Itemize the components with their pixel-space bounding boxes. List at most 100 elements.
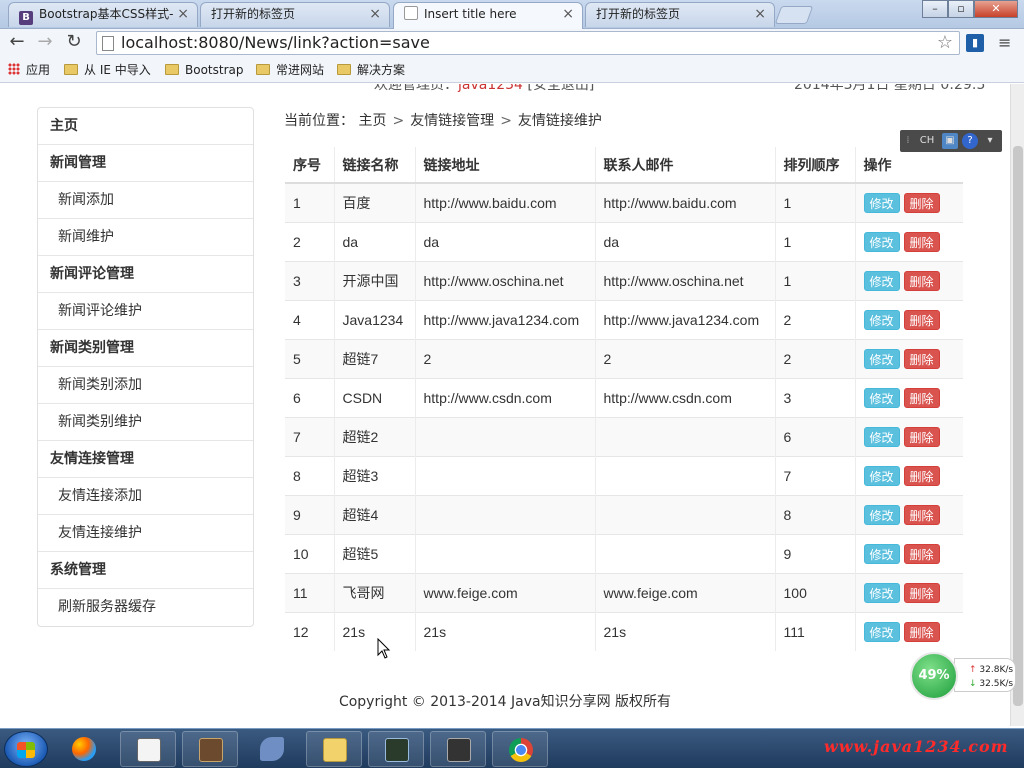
edit-button[interactable]: 修改 xyxy=(863,387,900,408)
close-tab-icon[interactable]: × xyxy=(754,3,766,25)
sidebar-item[interactable]: 新闻评论维护 xyxy=(38,293,253,330)
row-actions: 修改 删除 xyxy=(855,338,963,378)
table-cell xyxy=(415,533,596,573)
ime-help-icon[interactable]: ? xyxy=(962,133,978,149)
tab-title: 打开新的标签页 xyxy=(596,7,681,21)
admin-sidebar: 主页 新闻管理 新闻添加 新闻维护 新闻评论管理 新闻评论维护 新闻类别管理 新闻类别添加 新闻… xyxy=(37,107,254,627)
table-cell: Java1234 xyxy=(334,299,416,339)
sidebar-item[interactable]: 新闻类别添加 xyxy=(38,367,253,404)
menu-icon[interactable]: ≡ xyxy=(998,33,1011,52)
edit-button[interactable]: 修改 xyxy=(863,270,900,291)
breadcrumb-home[interactable]: 主页 xyxy=(358,113,386,129)
edit-button[interactable]: 修改 xyxy=(863,426,900,447)
bookmark-import-ie[interactable]: 从 IE 中导入 xyxy=(64,62,151,78)
edit-button[interactable]: 修改 xyxy=(863,621,900,642)
network-monitor-widget[interactable]: ↑ 32.8K/s ↓ 32.5K/s 49% xyxy=(910,652,1018,700)
taskbar-app-explorer[interactable] xyxy=(306,731,362,767)
edit-button[interactable]: 修改 xyxy=(863,582,900,603)
tab-new-tab-1[interactable]: 打开新的标签页 × xyxy=(200,2,390,27)
sidebar-item[interactable]: 新闻类别管理 xyxy=(38,330,253,367)
folder-icon xyxy=(165,64,179,75)
back-arrow-icon[interactable]: ← xyxy=(6,33,28,53)
table-cell: 2 xyxy=(285,221,335,261)
forward-arrow-icon[interactable]: → xyxy=(34,33,56,53)
edit-button[interactable]: 修改 xyxy=(863,465,900,486)
edit-button[interactable]: 修改 xyxy=(863,192,900,213)
start-button[interactable] xyxy=(4,731,48,767)
sidebar-item[interactable]: 系统管理 xyxy=(38,552,253,589)
ime-options-icon[interactable]: ▾ xyxy=(984,133,996,149)
delete-button[interactable]: 删除 xyxy=(903,504,940,525)
table-cell: 3 xyxy=(285,260,335,300)
close-window-icon[interactable]: ✕ xyxy=(974,0,1018,18)
minimize-icon[interactable]: – xyxy=(922,0,948,18)
upload-speed: 32.8K/s xyxy=(979,665,1014,675)
taskbar-app-terminal[interactable] xyxy=(368,731,424,767)
table-cell: 2 xyxy=(415,338,596,378)
bookmark-star-icon[interactable]: ☆ xyxy=(937,32,953,53)
close-tab-icon[interactable]: × xyxy=(562,3,574,25)
edit-button[interactable]: 修改 xyxy=(863,231,900,252)
url-text[interactable]: localhost:8080/News/link?action=save xyxy=(121,33,430,53)
table-cell xyxy=(415,494,596,534)
tab-bootstrap-css[interactable]: B Bootstrap基本CSS样式- × xyxy=(8,2,198,27)
bookmark-solutions[interactable]: 解决方案 xyxy=(337,62,405,78)
taskbar-app-eclipse[interactable] xyxy=(182,731,238,767)
close-tab-icon[interactable]: × xyxy=(177,3,189,25)
sidebar-item[interactable]: 友情连接维护 xyxy=(38,515,253,552)
tab-new-tab-2[interactable]: 打开新的标签页 × xyxy=(585,2,775,27)
delete-button[interactable]: 删除 xyxy=(903,465,940,486)
scrollbar-thumb[interactable] xyxy=(1013,146,1023,706)
sidebar-item[interactable]: 新闻管理 xyxy=(38,145,253,182)
delete-button[interactable]: 删除 xyxy=(903,387,940,408)
new-tab-button[interactable] xyxy=(774,6,814,24)
page-icon xyxy=(102,36,114,51)
sidebar-item[interactable]: 新闻评论管理 xyxy=(38,256,253,293)
delete-button[interactable]: 删除 xyxy=(903,543,940,564)
table-cell: 100 xyxy=(775,572,856,612)
sidebar-item[interactable]: 新闻维护 xyxy=(38,219,253,256)
delete-button[interactable]: 删除 xyxy=(903,582,940,603)
sidebar-item[interactable]: 友情连接添加 xyxy=(38,478,253,515)
table-cell: 1 xyxy=(775,260,856,300)
sidebar-item[interactable]: 友情连接管理 xyxy=(38,441,253,478)
maximize-icon[interactable]: ▫ xyxy=(948,0,974,18)
bookmark-bootstrap[interactable]: Bootstrap xyxy=(165,62,243,78)
delete-button[interactable]: 删除 xyxy=(903,426,940,447)
bookmark-common-sites[interactable]: 常进网站 xyxy=(256,62,324,78)
delete-button[interactable]: 删除 xyxy=(903,270,940,291)
taskbar-app-photos[interactable] xyxy=(56,731,112,767)
table-cell: 21s xyxy=(595,611,776,651)
taskbar-app-chrome[interactable] xyxy=(492,731,548,767)
sidebar-item[interactable]: 新闻添加 xyxy=(38,182,253,219)
reload-icon[interactable]: ↻ xyxy=(63,33,85,53)
edit-button[interactable]: 修改 xyxy=(863,543,900,564)
table-cell: 超链4 xyxy=(334,494,416,534)
address-bar[interactable]: localhost:8080/News/link?action=save ☆ xyxy=(96,31,960,55)
bookmark-apps[interactable]: 应用 xyxy=(8,62,50,78)
delete-button[interactable]: 删除 xyxy=(903,348,940,369)
table-cell: 百度 xyxy=(334,182,416,222)
sidebar-item[interactable]: 主页 xyxy=(38,108,253,145)
breadcrumb-link-management[interactable]: 友情链接管理 xyxy=(410,113,494,129)
edit-button[interactable]: 修改 xyxy=(863,309,900,330)
taskbar-app-recorder[interactable] xyxy=(430,731,486,767)
delete-button[interactable]: 删除 xyxy=(903,309,940,330)
logout-link[interactable]: [安全退出] xyxy=(527,84,594,93)
sidebar-item[interactable]: 新闻类别维护 xyxy=(38,404,253,441)
terminal-icon xyxy=(385,738,409,762)
page-scrollbar[interactable] xyxy=(1010,84,1024,726)
table-row: 11 飞哥网 www.feige.com www.feige.com 100 修改 删除 xyxy=(285,572,963,612)
delete-button[interactable]: 删除 xyxy=(903,192,940,213)
tab-insert-title[interactable]: Insert title here × xyxy=(393,2,583,29)
extension-icon[interactable]: ▮ xyxy=(966,34,984,52)
taskbar-app-text-editor[interactable] xyxy=(120,731,176,767)
taskbar-app-tool[interactable] xyxy=(244,731,300,767)
close-tab-icon[interactable]: × xyxy=(369,3,381,25)
edit-button[interactable]: 修改 xyxy=(863,348,900,369)
delete-button[interactable]: 删除 xyxy=(903,621,940,642)
sidebar-item[interactable]: 刷新服务器缓存 xyxy=(38,589,253,626)
breadcrumb-current: 友情链接维护 xyxy=(517,113,602,129)
edit-button[interactable]: 修改 xyxy=(863,504,900,525)
delete-button[interactable]: 删除 xyxy=(903,231,940,252)
